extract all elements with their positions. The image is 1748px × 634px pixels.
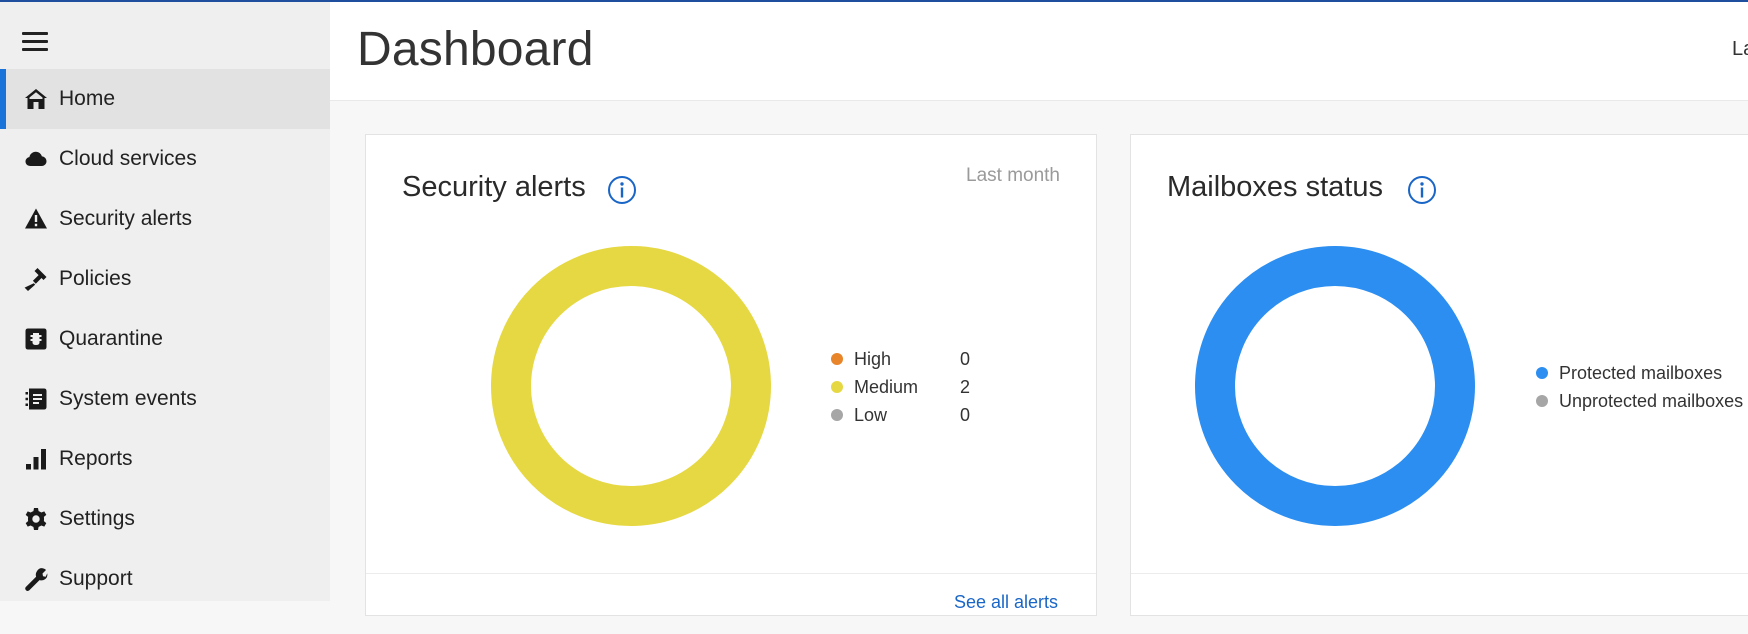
sidebar-item-label: Reports <box>59 447 133 470</box>
sidebar-item-system-events[interactable]: System events <box>0 369 330 429</box>
mailboxes-legend: Protected mailboxes Unprotected mailboxe… <box>1536 359 1743 415</box>
legend-item-unprotected: Unprotected mailboxes <box>1536 387 1743 415</box>
security-alerts-card: Security alerts Last month High 0 Medium… <box>365 134 1097 616</box>
sidebar-item-home[interactable]: Home <box>0 69 330 129</box>
page-header: Dashboard La <box>330 2 1748 101</box>
sidebar-item-label: Support <box>59 567 133 590</box>
legend-label: Unprotected mailboxes <box>1559 390 1744 411</box>
reports-icon <box>23 446 49 472</box>
quarantine-icon <box>23 326 49 352</box>
info-icon[interactable] <box>607 175 637 205</box>
legend-dot-medium <box>831 381 843 393</box>
sidebar-item-label: Security alerts <box>59 207 193 230</box>
sidebar-item-label: Policies <box>59 267 132 290</box>
legend-dot-protected <box>1536 367 1548 379</box>
sidebar-item-support[interactable]: Support <box>0 549 330 609</box>
sidebar-nav: Home Cloud services Security alerts Poli… <box>0 69 330 609</box>
legend-label: Protected mailboxes <box>1559 362 1723 383</box>
sidebar-item-label: Settings <box>59 507 135 530</box>
sidebar-item-label: System events <box>59 387 197 410</box>
gear-icon <box>23 506 49 532</box>
card-footer: See all alerts <box>366 573 1096 634</box>
mailboxes-status-title: Mailboxes status <box>1167 171 1383 203</box>
sidebar-item-cloud-services[interactable]: Cloud services <box>0 129 330 189</box>
sidebar-item-quarantine[interactable]: Quarantine <box>0 309 330 369</box>
legend-value: 0 <box>960 348 971 369</box>
sidebar-item-label: Quarantine <box>59 327 163 350</box>
sidebar-item-settings[interactable]: Settings <box>0 489 330 549</box>
donut-segment-medium <box>491 246 771 526</box>
sidebar-item-security-alerts[interactable]: Security alerts <box>0 189 330 249</box>
legend-label: Low <box>854 404 888 425</box>
sidebar: Home Cloud services Security alerts Poli… <box>0 2 330 601</box>
sidebar-item-label: Cloud services <box>59 147 197 170</box>
security-alerts-legend: High 0 Medium 2 Low 0 <box>831 345 970 429</box>
card-footer <box>1131 573 1748 634</box>
legend-item-protected: Protected mailboxes <box>1536 359 1743 387</box>
donut-segment-protected <box>1195 246 1475 526</box>
hamburger-menu-icon[interactable] <box>22 30 48 52</box>
sidebar-item-label: Home <box>59 87 116 110</box>
legend-label: High <box>854 348 892 369</box>
legend-dot-low <box>831 409 843 421</box>
legend-value: 2 <box>960 376 971 397</box>
wrench-icon <box>23 566 49 592</box>
security-alerts-donut <box>491 246 771 526</box>
system-events-icon <box>23 386 49 412</box>
legend-item-high: High 0 <box>831 345 970 373</box>
time-range-label[interactable]: Last month <box>966 165 1060 187</box>
sidebar-item-reports[interactable]: Reports <box>0 429 330 489</box>
legend-label: Medium <box>854 376 919 397</box>
info-icon[interactable] <box>1407 175 1437 205</box>
security-alerts-title: Security alerts <box>402 171 586 203</box>
cloud-icon <box>23 146 49 172</box>
legend-dot-high <box>831 353 843 365</box>
legend-item-low: Low 0 <box>831 401 970 429</box>
legend-value: 0 <box>960 404 971 425</box>
sidebar-item-policies[interactable]: Policies <box>0 249 330 309</box>
mailboxes-status-donut <box>1195 246 1475 526</box>
home-icon <box>23 86 49 112</box>
see-all-alerts-link[interactable]: See all alerts <box>954 592 1058 613</box>
warning-icon <box>23 206 49 232</box>
header-range-selector[interactable]: La <box>1732 38 1748 61</box>
legend-dot-unprotected <box>1536 395 1548 407</box>
legend-item-medium: Medium 2 <box>831 373 970 401</box>
mailboxes-status-card: Mailboxes status Protected mailboxes Unp… <box>1130 134 1748 616</box>
gavel-icon <box>23 266 49 292</box>
page-title: Dashboard <box>357 23 594 76</box>
